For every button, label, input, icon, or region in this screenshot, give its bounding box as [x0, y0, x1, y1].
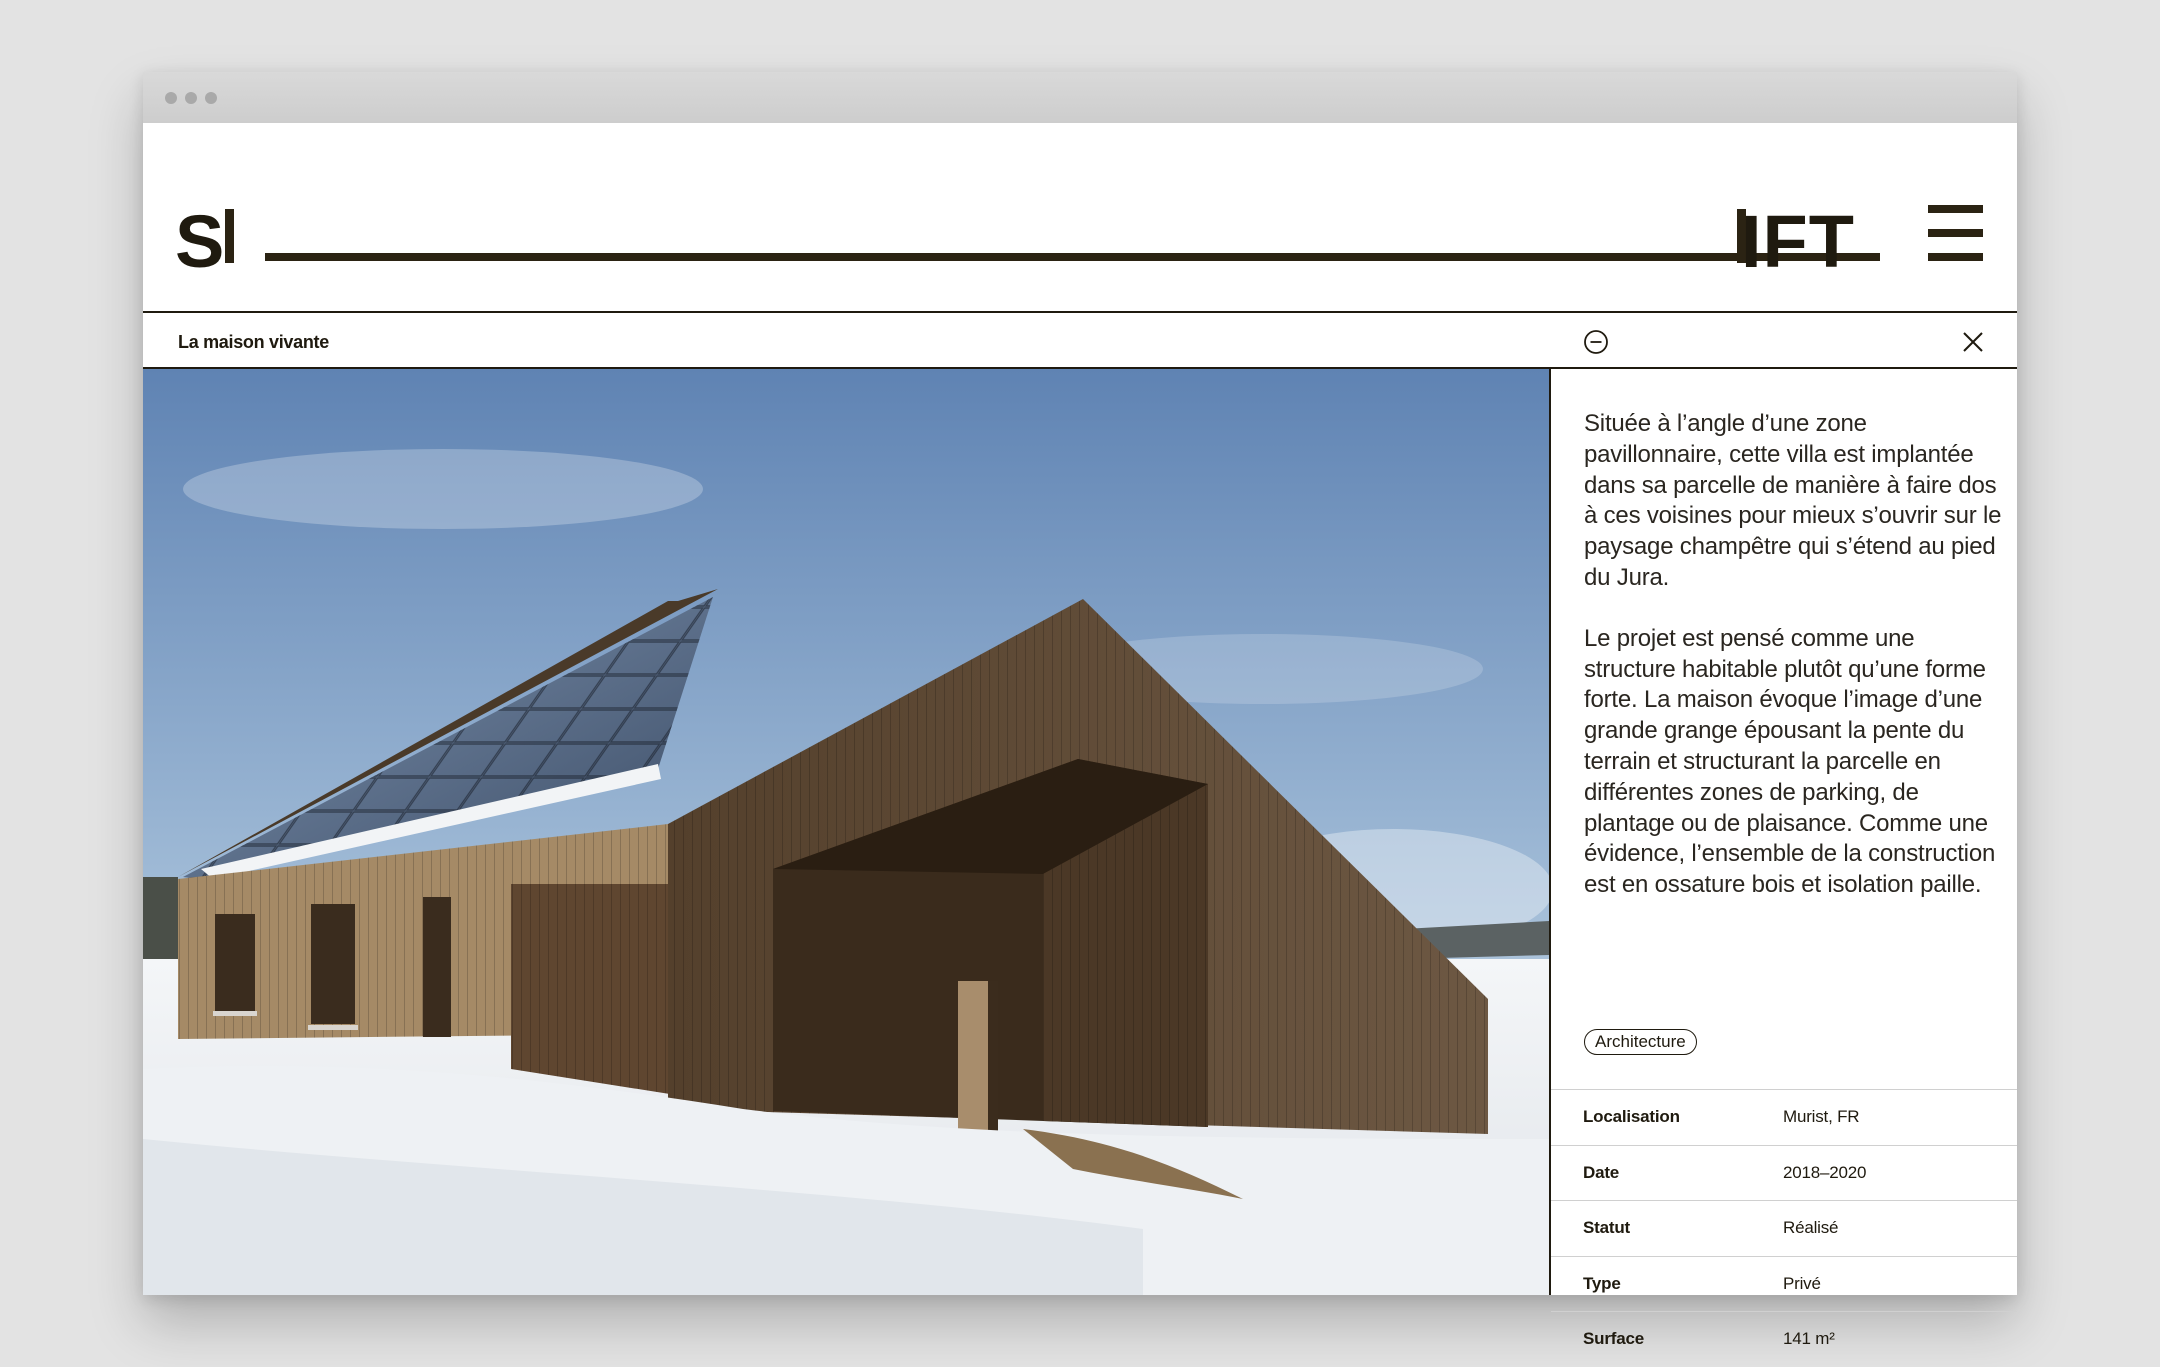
spec-row: Statut Réalisé — [1551, 1200, 2017, 1256]
logo-connector-line — [265, 253, 1880, 261]
description-paragraph: Située à l’angle d’une zone pavillonnair… — [1584, 410, 2002, 591]
project-title-bar: La maison vivante — [143, 315, 2017, 369]
window-dot-icon[interactable] — [165, 92, 177, 104]
spec-value: Murist, FR — [1783, 1107, 1860, 1126]
spec-row: Date 2018–2020 — [1551, 1144, 2017, 1201]
description-paragraph: Le projet est pensé comme une structure … — [1584, 624, 1996, 899]
spec-value: Privé — [1783, 1273, 1821, 1293]
spec-value: 141 m² — [1783, 1329, 1835, 1349]
logo-left-stroke — [225, 209, 234, 263]
project-photo — [143, 369, 1549, 1295]
project-details-panel: Située à l’angle d’une zone pavillonnair… — [1549, 369, 2017, 1348]
spec-row: Surface 141 m² — [1551, 1311, 2017, 1367]
project-description: Située à l’angle d’une zone pavillonnair… — [1584, 409, 2004, 901]
window-dot-icon[interactable] — [185, 92, 197, 104]
spec-label: Localisation — [1583, 1107, 1680, 1126]
logo-left-letters: S — [175, 200, 226, 283]
site-header: S IFT — [143, 123, 2017, 313]
logo-right-letters: IFT — [1741, 200, 1855, 283]
spec-value: 2018–2020 — [1783, 1162, 1867, 1182]
project-title: La maison vivante — [178, 332, 329, 352]
project-specs: Localisation Murist, FR Date 2018–2020 S… — [1551, 1089, 2017, 1367]
minus-circle-icon[interactable] — [1583, 329, 1609, 355]
spec-row: Type Privé — [1551, 1255, 2017, 1312]
spec-value: Réalisé — [1783, 1218, 1839, 1238]
spec-label: Type — [1583, 1273, 1621, 1293]
window-dot-icon[interactable] — [205, 92, 217, 104]
spec-label: Date — [1583, 1162, 1620, 1182]
category-tag[interactable]: Architecture — [1584, 1029, 1697, 1055]
spec-row: Localisation Murist, FR — [1551, 1089, 2017, 1145]
window-chrome — [143, 72, 2017, 123]
spec-label: Statut — [1583, 1218, 1630, 1238]
hamburger-menu-icon[interactable] — [1928, 205, 1983, 261]
close-icon[interactable] — [1961, 330, 1985, 354]
spec-label: Surface — [1583, 1329, 1644, 1349]
browser-window: S IFT La maison vivante Située à l’angle… — [143, 72, 2017, 1348]
